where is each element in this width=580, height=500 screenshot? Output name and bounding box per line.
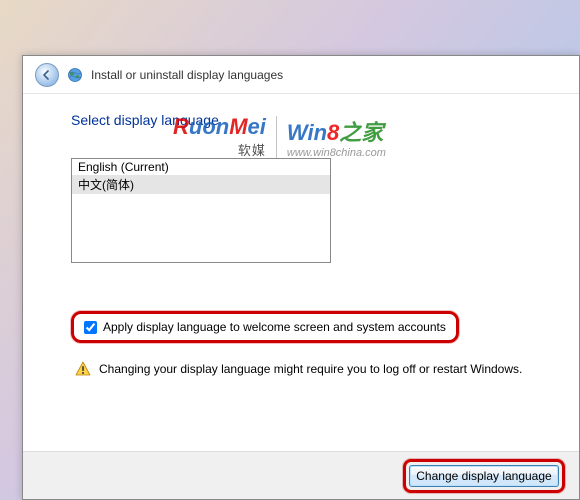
titlebar: Install or uninstall display languages bbox=[23, 56, 579, 94]
footer-bar: Change display language bbox=[23, 451, 579, 499]
back-button[interactable] bbox=[35, 63, 59, 87]
warning-text: Changing your display language might req… bbox=[99, 362, 522, 376]
checkbox-label: Apply display language to welcome screen… bbox=[103, 320, 446, 334]
change-display-language-button[interactable]: Change display language bbox=[409, 465, 559, 487]
apply-to-welcome-checkbox[interactable] bbox=[84, 321, 97, 334]
apply-to-welcome-checkbox-row[interactable]: Apply display language to welcome screen… bbox=[71, 311, 459, 343]
highlight-ring: Change display language bbox=[403, 459, 565, 493]
warning-row: Changing your display language might req… bbox=[71, 361, 549, 377]
page-heading: Select display language bbox=[71, 112, 549, 128]
list-item[interactable]: English (Current) bbox=[72, 159, 330, 175]
list-item[interactable]: 中文(简体) bbox=[72, 175, 330, 194]
arrow-left-icon bbox=[42, 70, 52, 80]
window-title: Install or uninstall display languages bbox=[91, 68, 283, 82]
language-listbox[interactable]: English (Current) 中文(简体) bbox=[71, 158, 331, 263]
content-area: Select display language RuonMei 软媒 Win8之… bbox=[23, 94, 579, 387]
warning-icon bbox=[75, 361, 91, 377]
globe-icon bbox=[67, 67, 83, 83]
dialog-window: Install or uninstall display languages S… bbox=[22, 55, 580, 500]
